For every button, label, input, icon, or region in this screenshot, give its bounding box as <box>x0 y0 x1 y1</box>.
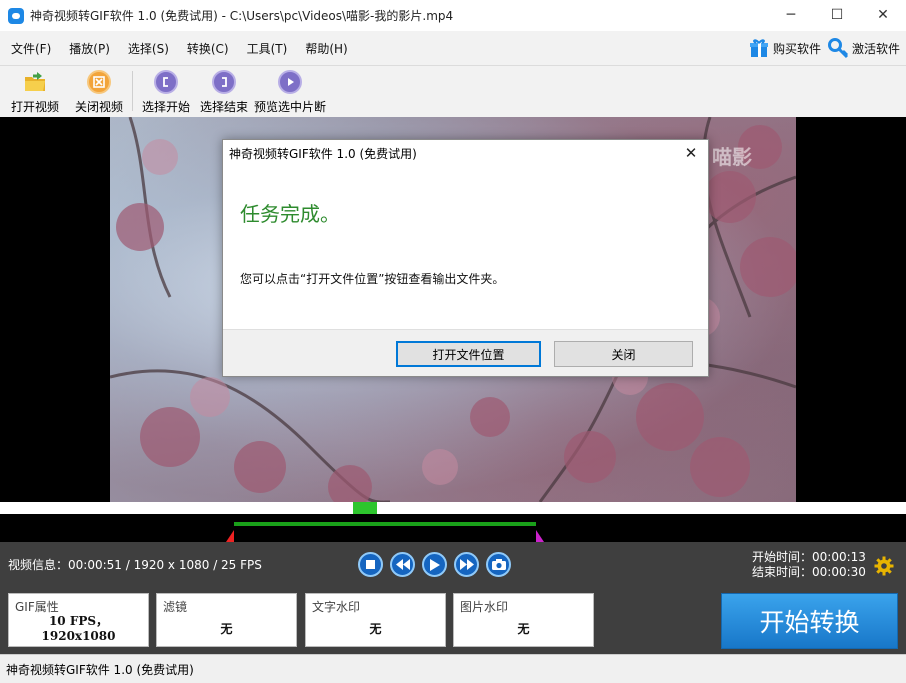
menu-bar: 文件(F) 播放(P) 选择(S) 转换(C) 工具(T) 帮助(H) 购买软件… <box>0 31 906 65</box>
snapshot-button[interactable] <box>486 552 511 577</box>
buy-software-button[interactable]: 购买软件 <box>748 37 821 59</box>
menu-right-actions: 购买软件 激活软件 <box>748 31 900 65</box>
image-watermark-title: 图片水印 <box>460 600 509 614</box>
selection-times: 开始时间：00:00:13 结束时间：00:00:30 <box>752 550 866 580</box>
end-time-text: 结束时间：00:00:30 <box>752 565 866 579</box>
rewind-button[interactable] <box>390 552 415 577</box>
activate-software-label: 激活软件 <box>851 41 900 56</box>
dialog-message: 您可以点击“打开文件位置”按钮查看输出文件夹。 <box>240 272 505 286</box>
task-complete-dialog: 神奇视频转GIF软件 1.0 (免费试用) ✕ 任务完成。 您可以点击“打开文件… <box>222 139 709 377</box>
menu-convert[interactable]: 转换(C) <box>176 40 236 57</box>
filter-title: 滤镜 <box>163 600 188 614</box>
key-icon <box>827 37 849 59</box>
open-file-location-button[interactable]: 打开文件位置 <box>396 341 541 367</box>
dialog-title: 神奇视频转GIF软件 1.0 (免费试用) <box>229 146 417 161</box>
minimize-button[interactable]: ─ <box>768 0 814 30</box>
toolbar: 打开视频 关闭视频 选择开始 选择结束 预览选中片断 <box>0 65 906 117</box>
window-controls: ─ ☐ ✕ <box>768 0 906 30</box>
gear-icon[interactable] <box>874 556 894 576</box>
menu-play[interactable]: 播放(P) <box>58 40 117 57</box>
preview-play-icon <box>278 70 302 94</box>
preview-clip-button[interactable]: 预览选中片断 <box>253 66 327 116</box>
rewind-icon <box>395 559 410 570</box>
window-title: 神奇视频转GIF软件 1.0 (免费试用) - C:\Users\pc\Vide… <box>30 9 454 23</box>
playhead-marker[interactable] <box>353 502 377 514</box>
menu-file[interactable]: 文件(F) <box>0 40 58 57</box>
video-watermark: 喵影 <box>712 145 752 169</box>
open-folder-icon <box>23 70 47 94</box>
close-video-label: 关闭视频 <box>74 100 123 114</box>
gif-size-value: 1920x1080 <box>41 629 116 643</box>
camera-icon <box>491 559 506 570</box>
dialog-body: 任务完成。 您可以点击“打开文件位置”按钮查看输出文件夹。 <box>223 166 708 330</box>
close-video-icon <box>87 70 111 94</box>
image-watermark-value: 无 <box>517 622 530 636</box>
image-watermark-card[interactable]: 图片水印 无 <box>453 593 594 647</box>
menu-select[interactable]: 选择(S) <box>117 40 176 57</box>
select-start-icon <box>154 70 178 94</box>
stop-button[interactable] <box>358 552 383 577</box>
select-end-icon <box>212 70 236 94</box>
start-convert-button[interactable]: 开始转换 <box>721 593 898 649</box>
menu-help[interactable]: 帮助(H) <box>294 40 354 57</box>
dialog-heading: 任务完成。 <box>240 202 340 226</box>
app-icon <box>8 7 24 24</box>
gif-properties-card[interactable]: GIF属性 10 FPS， 1920x1080 <box>8 593 149 647</box>
toolbar-divider <box>132 71 133 111</box>
open-video-label: 打开视频 <box>10 100 59 114</box>
control-panel: 视频信息：00:00:51 / 1920 x 1080 / 25 FPS 开始时… <box>0 542 906 654</box>
gif-fps-value: 10 FPS， <box>48 614 109 628</box>
menu-tools[interactable]: 工具(T) <box>236 40 295 57</box>
fast-forward-icon <box>459 559 474 570</box>
start-time-text: 开始时间：00:00:13 <box>752 550 866 564</box>
status-bar: 神奇视频转GIF软件 1.0 (免费试用) <box>0 654 906 683</box>
text-watermark-title: 文字水印 <box>312 600 361 614</box>
fast-forward-button[interactable] <box>454 552 479 577</box>
select-end-button[interactable]: 选择结束 <box>195 66 253 116</box>
dialog-title-bar: 神奇视频转GIF软件 1.0 (免费试用) ✕ <box>223 140 708 166</box>
maximize-button[interactable]: ☐ <box>814 0 860 30</box>
transport-controls <box>358 552 511 577</box>
play-icon <box>430 558 440 571</box>
close-video-button[interactable]: 关闭视频 <box>70 66 128 116</box>
preview-clip-label: 预览选中片断 <box>253 100 326 114</box>
status-text: 神奇视频转GIF软件 1.0 (免费试用) <box>6 662 194 677</box>
stop-icon <box>366 560 375 569</box>
gif-properties-value: 10 FPS， 1920x1080 <box>9 614 148 644</box>
select-start-label: 选择开始 <box>141 100 190 114</box>
select-end-label: 选择结束 <box>199 100 248 114</box>
buy-software-label: 购买软件 <box>772 41 821 56</box>
selection-end-handle[interactable] <box>536 530 544 542</box>
play-button[interactable] <box>422 552 447 577</box>
timeline-track[interactable] <box>0 502 906 514</box>
activate-software-button[interactable]: 激活软件 <box>827 37 900 59</box>
title-bar: 神奇视频转GIF软件 1.0 (免费试用) - C:\Users\pc\Vide… <box>0 0 906 31</box>
video-info-text: 视频信息：00:00:51 / 1920 x 1080 / 25 FPS <box>8 558 262 572</box>
dialog-close-icon[interactable]: ✕ <box>680 142 702 164</box>
gift-icon <box>748 37 770 59</box>
selection-start-handle[interactable] <box>226 530 234 542</box>
close-window-button[interactable]: ✕ <box>860 0 906 30</box>
timeline[interactable] <box>0 502 906 542</box>
filter-value: 无 <box>220 622 233 636</box>
select-start-button[interactable]: 选择开始 <box>137 66 195 116</box>
text-watermark-value: 无 <box>369 622 382 636</box>
selection-range-bar <box>234 522 536 526</box>
gif-properties-title: GIF属性 <box>15 600 59 614</box>
filter-card[interactable]: 滤镜 无 <box>156 593 297 647</box>
text-watermark-card[interactable]: 文字水印 无 <box>305 593 446 647</box>
dialog-close-button[interactable]: 关闭 <box>554 341 693 367</box>
open-video-button[interactable]: 打开视频 <box>0 66 70 116</box>
